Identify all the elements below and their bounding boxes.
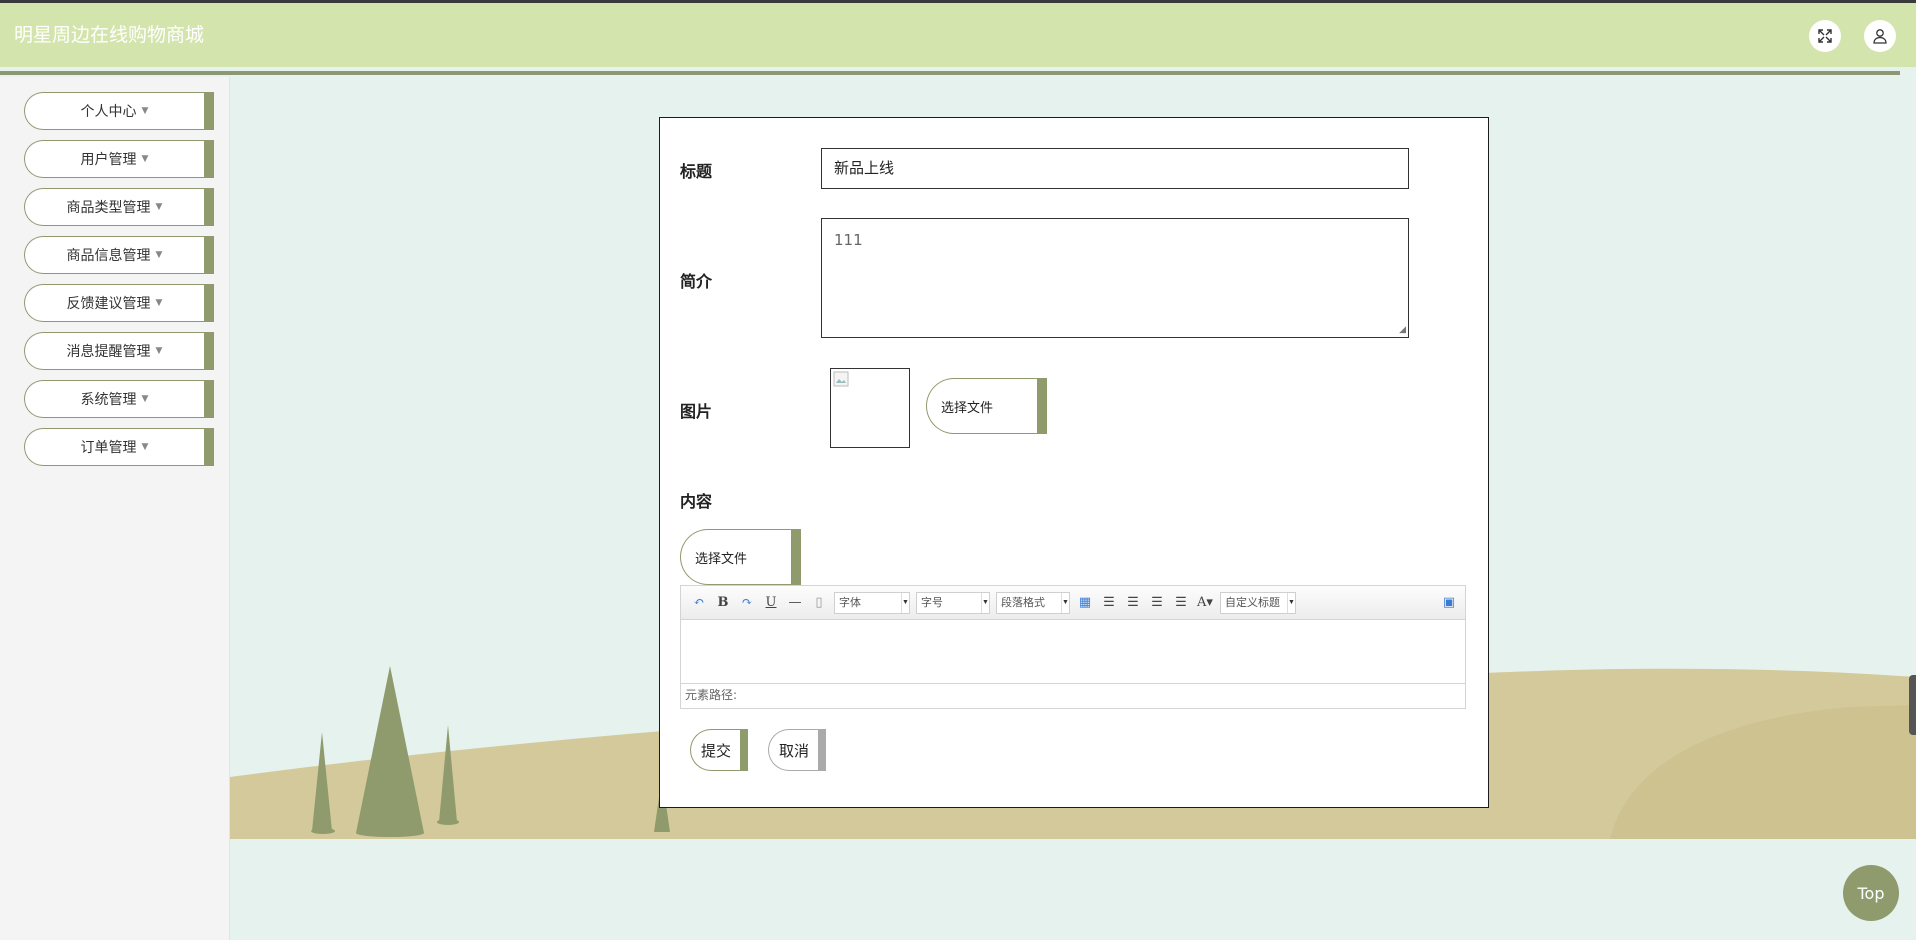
sidebar-item-label: 商品类型管理 <box>66 200 151 216</box>
new-document-icon[interactable]: ▯ <box>807 593 831 613</box>
image-preview <box>830 368 910 448</box>
font-size-label: 字号 <box>921 596 943 609</box>
align-right-icon[interactable]: ☰ <box>1121 593 1145 613</box>
sidebar-item-label: 商品信息管理 <box>66 248 151 264</box>
caret-down-icon: ▼ <box>155 202 163 212</box>
rich-text-editor: ↶ B ↷ U — ▯ 字体 ▼ 字号 ▼ 段落格式 ▼ ▦ ☰ ☰ ☰ ☰ A▾ 自… <box>680 585 1466 709</box>
element-path: 元素路径: <box>681 683 1465 707</box>
title-input[interactable]: 新品上线 <box>821 148 1409 189</box>
broken-image-icon <box>833 371 849 387</box>
font-family-select[interactable]: 字体 ▼ <box>834 591 910 614</box>
underline-icon[interactable]: U <box>759 593 783 613</box>
custom-title-select[interactable]: 自定义标题 ▼ <box>1220 591 1296 614</box>
align-left-icon[interactable]: ☰ <box>1097 593 1121 613</box>
sidebar-item-product-type-management[interactable]: 商品类型管理 ▼ <box>24 188 214 226</box>
align-center-icon[interactable]: ☰ <box>1145 593 1169 613</box>
intro-label: 简介 <box>680 272 713 291</box>
sidebar-item-label: 用户管理 <box>80 152 137 168</box>
caret-down-icon: ▼ <box>155 250 163 260</box>
sidebar: 个人中心 ▼ 用户管理 ▼ 商品类型管理 ▼ 商品信息管理 ▼ 反馈建议管理 ▼ 消息提醒… <box>0 77 230 940</box>
choose-file-label: 选择文件 <box>941 400 994 416</box>
table-icon[interactable]: ▦ <box>1073 593 1097 613</box>
preview-icon[interactable]: ▣ <box>1437 593 1461 613</box>
choose-content-file-button[interactable]: 选择文件 <box>680 529 801 585</box>
undo-icon[interactable]: ↶ <box>687 593 711 613</box>
choose-file-label: 选择文件 <box>695 551 748 567</box>
dropdown-arrow-icon: ▼ <box>1287 592 1295 613</box>
caret-down-icon: ▼ <box>141 106 149 116</box>
fullscreen-icon <box>1818 29 1832 43</box>
sidebar-item-label: 反馈建议管理 <box>66 296 151 312</box>
caret-down-icon: ▼ <box>141 442 149 452</box>
sidebar-item-user-management[interactable]: 用户管理 ▼ <box>24 140 214 178</box>
caret-down-icon: ▼ <box>141 394 149 404</box>
bold-icon[interactable]: B <box>711 593 735 613</box>
submit-button[interactable]: 提交 <box>690 729 748 771</box>
image-label: 图片 <box>680 402 713 421</box>
resize-handle-icon[interactable]: ◢ <box>1399 325 1406 335</box>
dropdown-arrow-icon: ▼ <box>981 592 989 613</box>
caret-down-icon: ▼ <box>155 298 163 308</box>
custom-title-label: 自定义标题 <box>1225 596 1280 609</box>
redo-icon[interactable]: ↷ <box>735 593 759 613</box>
button-accent-bar <box>1037 378 1047 434</box>
user-button[interactable] <box>1864 20 1896 52</box>
fullscreen-button[interactable] <box>1809 20 1841 52</box>
caret-down-icon: ▼ <box>141 154 149 164</box>
dropdown-arrow-icon: ▼ <box>1061 592 1069 613</box>
content-label: 内容 <box>680 492 713 511</box>
sidebar-item-system-management[interactable]: 系统管理 ▼ <box>24 380 214 418</box>
sidebar-item-personal-center[interactable]: 个人中心 ▼ <box>24 92 214 130</box>
sidebar-item-label: 订单管理 <box>80 440 137 456</box>
dropdown-arrow-icon: ▼ <box>901 592 909 613</box>
edit-form: 标题 新品上线 简介 111 ◢ 图片 选择文件 内容 选择文件 ↶ B ↷ U … <box>659 117 1489 808</box>
sidebar-item-label: 个人中心 <box>80 104 137 120</box>
choose-image-file-button[interactable]: 选择文件 <box>926 378 1047 434</box>
button-accent-bar <box>818 729 826 771</box>
sidebar-item-label: 系统管理 <box>80 392 137 408</box>
caret-down-icon: ▼ <box>155 346 163 356</box>
app-title: 明星周边在线购物商城 <box>14 24 205 46</box>
button-accent-bar <box>740 729 748 771</box>
header-divider <box>0 71 1900 75</box>
editor-toolbar: ↶ B ↷ U — ▯ 字体 ▼ 字号 ▼ 段落格式 ▼ ▦ ☰ ☰ ☰ ☰ A▾ 自… <box>681 586 1465 620</box>
cancel-label: 取消 <box>779 741 810 760</box>
sidebar-item-product-info-management[interactable]: 商品信息管理 ▼ <box>24 236 214 274</box>
title-label: 标题 <box>680 162 713 181</box>
user-icon <box>1873 29 1887 44</box>
editor-content-area[interactable] <box>681 620 1465 683</box>
font-size-select[interactable]: 字号 ▼ <box>916 591 990 614</box>
sidebar-item-label: 消息提醒管理 <box>66 344 151 360</box>
cancel-button[interactable]: 取消 <box>768 729 826 771</box>
font-family-label: 字体 <box>839 596 861 609</box>
font-color-icon[interactable]: A▾ <box>1193 593 1217 613</box>
button-accent-bar <box>791 529 801 585</box>
sidebar-item-feedback-management[interactable]: 反馈建议管理 ▼ <box>24 284 214 322</box>
back-to-top-button[interactable]: Top <box>1843 865 1899 921</box>
paragraph-format-select[interactable]: 段落格式 ▼ <box>996 591 1070 614</box>
align-justify-icon[interactable]: ☰ <box>1169 593 1193 613</box>
intro-text: 111 <box>834 231 863 249</box>
horizontal-rule-icon[interactable]: — <box>783 593 807 613</box>
submit-label: 提交 <box>701 741 732 760</box>
sidebar-item-message-reminder-management[interactable]: 消息提醒管理 ▼ <box>24 332 214 370</box>
paragraph-format-label: 段落格式 <box>1001 596 1045 609</box>
app-header: 明星周边在线购物商城 <box>0 3 1916 67</box>
sidebar-item-order-management[interactable]: 订单管理 ▼ <box>24 428 214 466</box>
intro-textarea[interactable]: 111 ◢ <box>821 218 1409 338</box>
side-tab[interactable] <box>1909 675 1916 735</box>
